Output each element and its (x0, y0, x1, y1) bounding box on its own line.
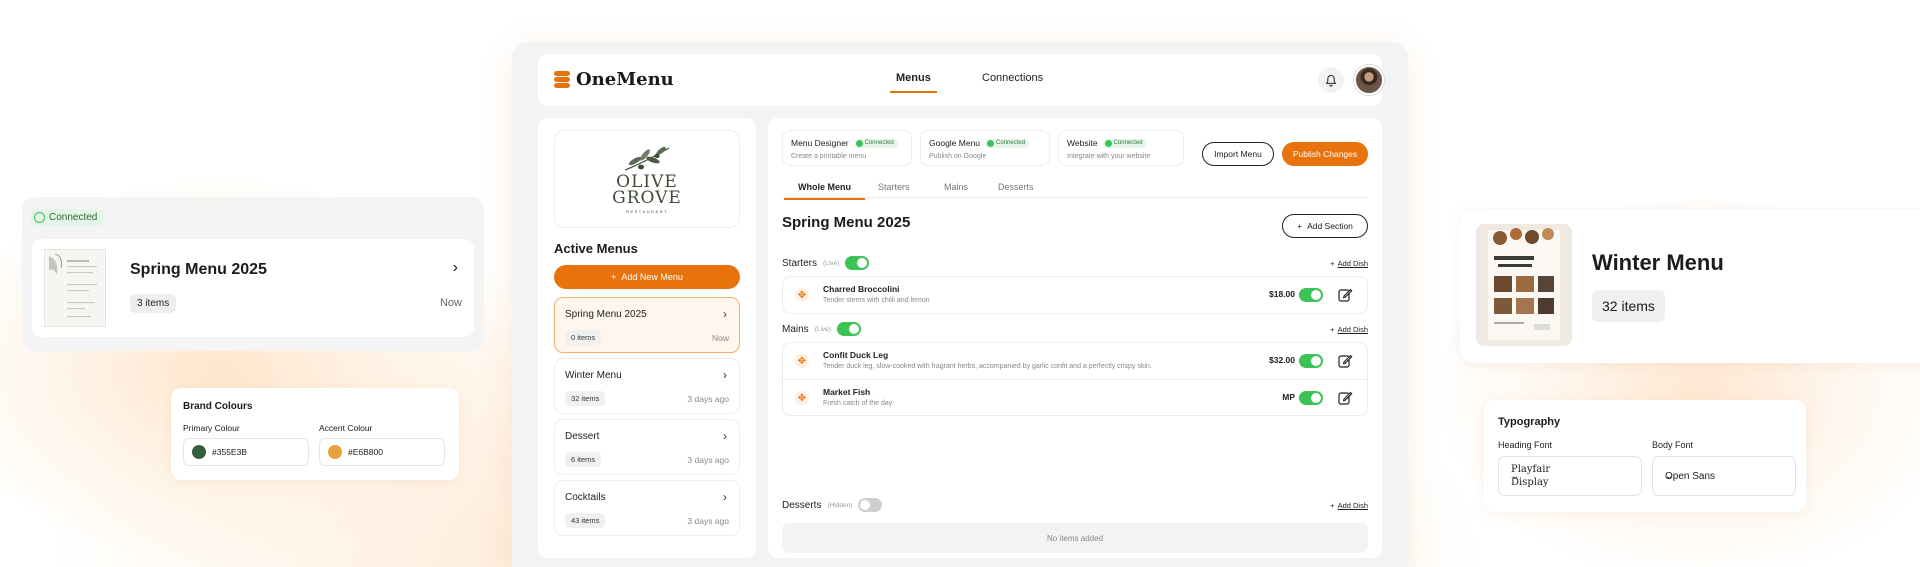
typography-title: Typography (1498, 416, 1561, 428)
updated-time: Now (439, 297, 462, 309)
drag-handle-icon[interactable]: ✥ (795, 288, 809, 302)
dish-visibility-toggle[interactable] (1299, 391, 1323, 405)
typography-card: Typography Heading Font Body Font Playfa… (1484, 400, 1806, 512)
connected-badge: Connected (30, 209, 106, 226)
menu-card-dessert[interactable]: Dessert › 6 items 3 days ago (554, 419, 740, 475)
menu-card-cocktails[interactable]: Cocktails › 43 items 3 days ago (554, 480, 740, 536)
body-font-label: Body Font (1652, 440, 1694, 450)
check-icon (855, 139, 863, 147)
section-visibility-toggle[interactable] (845, 256, 870, 270)
dish-row[interactable]: ✥ Charred Broccolini Tender stems with c… (783, 277, 1367, 313)
plus-icon: + (1330, 259, 1335, 268)
heading-font-select[interactable]: Playfair Display ⌄ (1498, 456, 1642, 496)
connection-menu-designer[interactable]: Menu Designer Connected Create a printabl… (782, 130, 912, 166)
connected-badge: Connected (853, 138, 898, 148)
dish-row[interactable]: ✥ Confit Duck Leg Tender duck leg, slow-… (783, 343, 1367, 379)
bell-icon[interactable] (1318, 67, 1344, 93)
chevron-right-icon: › (723, 307, 727, 321)
plus-icon: + (1330, 325, 1335, 334)
section-header-starters: Starters (Live) (782, 256, 870, 270)
top-navigation: OneMenu Menus Connections (538, 54, 1384, 106)
edit-icon[interactable] (1337, 353, 1353, 369)
plus-icon: + (1297, 221, 1303, 231)
connected-menu-card: Connected Spring Menu 2025 3 items › Now (22, 197, 484, 351)
section-visibility-toggle[interactable] (836, 322, 861, 336)
menu-card-winter[interactable]: Winter Menu › 32 items 3 days ago (554, 358, 740, 414)
menu-thumbnail (44, 249, 106, 327)
chevron-down-icon: ⌄ (1511, 471, 1520, 482)
chevron-right-icon: › (723, 368, 727, 382)
sidebar: OLIVE GROVE RESTAURANT Active Menus + Ad… (538, 118, 756, 558)
edit-icon[interactable] (1337, 390, 1353, 406)
section-visibility-toggle[interactable] (858, 498, 883, 512)
chevron-right-icon: › (723, 429, 727, 443)
connection-google-menu[interactable]: Google Menu Connected Publish on Google (920, 130, 1050, 166)
brand-colours-card: Brand Colours Primary Colour Accent Colo… (171, 388, 459, 480)
publish-changes-button[interactable]: Publish Changes (1282, 142, 1368, 166)
section-header-desserts: Desserts (Hidden) (782, 498, 883, 512)
tab-starters[interactable]: Starters (878, 182, 910, 192)
dish-list-mains: ✥ Confit Duck Leg Tender duck leg, slow-… (782, 342, 1368, 416)
menu-thumbnail (1476, 224, 1572, 346)
brand-colours-title: Brand Colours (183, 401, 253, 412)
menu-card-spring[interactable]: Spring Menu 2025 › 0 items Now (554, 297, 740, 353)
dish-visibility-toggle[interactable] (1299, 354, 1323, 368)
app-window: OneMenu Menus Connections OLIVE GROVE RE… (512, 42, 1408, 567)
nav-tab-menus[interactable]: Menus (890, 72, 937, 93)
drag-handle-icon[interactable]: ✥ (795, 354, 809, 368)
primary-colour-field[interactable]: #355E3B (183, 438, 309, 466)
item-count-badge: 3 items (130, 294, 177, 313)
section-header-mains: Mains (Live) (782, 322, 861, 336)
tab-whole-menu[interactable]: Whole Menu (784, 182, 865, 200)
add-dish-link[interactable]: + Add Dish (1330, 325, 1368, 334)
menu-name: Spring Menu 2025 (130, 261, 267, 278)
logo-icon (554, 70, 570, 89)
olive-branch-icon (624, 146, 670, 171)
chevron-right-icon: › (723, 490, 727, 504)
add-dish-link[interactable]: + Add Dish (1330, 501, 1368, 510)
check-circle-icon (34, 212, 45, 223)
check-icon (1104, 139, 1112, 147)
menu-editor: Menu Designer Connected Create a printabl… (768, 118, 1382, 558)
connected-badge: Connected (985, 138, 1030, 148)
add-section-button[interactable]: + Add Section (1282, 214, 1368, 238)
edit-icon[interactable] (1337, 287, 1353, 303)
import-menu-button[interactable]: Import Menu (1202, 142, 1274, 166)
add-new-menu-button[interactable]: + Add New Menu (554, 265, 740, 289)
plus-icon: + (1330, 501, 1335, 510)
menu-preview-card[interactable]: Spring Menu 2025 3 items › Now (32, 239, 474, 337)
empty-section-message: No items added (782, 523, 1368, 553)
add-dish-link[interactable]: + Add Dish (1330, 259, 1368, 268)
connection-website[interactable]: Website Connected Integrate with your web… (1058, 130, 1184, 166)
winter-menu-card[interactable]: Winter Menu 32 items (1460, 210, 1920, 363)
menu-name: Winter Menu (1592, 250, 1724, 275)
accent-colour-field[interactable]: #E6B800 (319, 438, 445, 466)
restaurant-logo: OLIVE GROVE RESTAURANT (554, 130, 740, 228)
user-avatar[interactable] (1354, 65, 1384, 95)
dish-visibility-toggle[interactable] (1299, 288, 1323, 302)
tab-mains[interactable]: Mains (944, 182, 968, 192)
item-count-badge: 32 items (1592, 290, 1665, 322)
body-font-select[interactable]: Open Sans ⌄ (1652, 456, 1796, 496)
primary-colour-label: Primary Colour (183, 423, 240, 433)
drag-handle-icon[interactable]: ✥ (795, 391, 809, 405)
heading-font-label: Heading Font (1498, 440, 1553, 450)
menu-title: Spring Menu 2025 (782, 214, 911, 231)
nav-tab-connections[interactable]: Connections (982, 72, 1043, 84)
dish-row[interactable]: ✥ Market Fish Fresh catch of the day MP (783, 379, 1367, 415)
check-icon (987, 139, 995, 147)
colour-swatch[interactable] (192, 445, 206, 459)
onemenu-logo[interactable]: OneMenu (554, 69, 674, 90)
accent-colour-label: Accent Colour (319, 423, 373, 433)
active-menus-heading: Active Menus (554, 241, 638, 256)
tab-desserts[interactable]: Desserts (998, 182, 1034, 192)
plus-icon: + (611, 272, 617, 282)
chevron-right-icon[interactable]: › (453, 259, 458, 277)
chevron-down-icon: ⌄ (1665, 471, 1674, 482)
dish-list-starters: ✥ Charred Broccolini Tender stems with c… (782, 276, 1368, 314)
colour-swatch[interactable] (328, 445, 342, 459)
section-tabs: Whole Menu Starters Mains Desserts (782, 176, 1368, 200)
connected-badge: Connected (1102, 138, 1147, 148)
